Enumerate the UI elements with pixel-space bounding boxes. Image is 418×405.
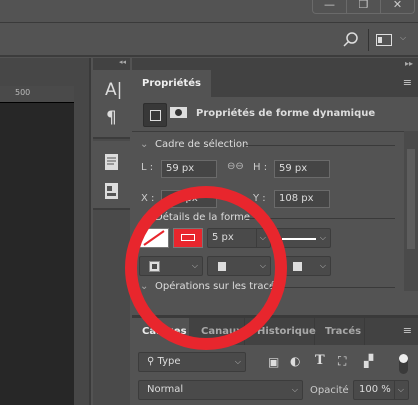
opacity-input[interactable]: 100 % ⌵: [353, 380, 409, 400]
pixel-filter-icon[interactable]: ▣: [268, 355, 279, 369]
layer-filter-dropdown[interactable]: ⚲ Type ⌵: [138, 352, 246, 372]
close-button[interactable]: ✕: [381, 0, 414, 13]
stroke-width-dropdown[interactable]: 5 px ⌵: [207, 228, 271, 248]
chevron-down-icon: ⌵: [259, 261, 266, 270]
tab-channels[interactable]: Canaux: [191, 318, 245, 345]
workspace-icon[interactable]: [376, 34, 392, 46]
smart-object-filter-icon[interactable]: ▞: [364, 354, 373, 368]
collapse-icon[interactable]: ◂◂: [93, 58, 130, 70]
mask-properties-icon[interactable]: [170, 107, 187, 118]
panel-menu-icon[interactable]: ≡: [403, 324, 412, 337]
paragraph-styles-icon[interactable]: [105, 154, 118, 170]
type-filter-icon[interactable]: T: [315, 353, 325, 368]
character-styles-icon[interactable]: [105, 183, 118, 199]
chevron-down-icon: ⌵: [393, 381, 404, 399]
chevron-down-icon: ⌵: [319, 233, 326, 242]
dock-group-type: A| ¶: [93, 70, 130, 139]
divider: [132, 131, 404, 132]
link-icon[interactable]: ⊖⊖: [227, 161, 244, 172]
layer-filter-value: Type: [157, 356, 181, 367]
width-label: L :: [141, 162, 154, 173]
solid-line-icon: [282, 238, 316, 240]
y-label: Y :: [253, 193, 266, 204]
adjustment-filter-icon[interactable]: ◐: [290, 354, 300, 368]
character-icon[interactable]: A|: [105, 80, 122, 100]
restore-button[interactable]: ❐: [347, 0, 381, 13]
height-label: H :: [253, 162, 268, 173]
fill-swatch[interactable]: [139, 228, 169, 248]
shape-section-title: Détails de la forme: [155, 212, 251, 223]
panel-menu-icon[interactable]: ≡: [403, 76, 412, 89]
height-input[interactable]: 59 px: [274, 160, 330, 178]
blend-mode-dropdown[interactable]: Normal ⌵: [138, 380, 303, 400]
window-controls: — ❐ ✕: [312, 0, 415, 14]
layers-panel: Calques Canaux Historique Tracés ≡ ⚲ Typ…: [132, 318, 418, 405]
chevron-down-icon: ⌵: [255, 229, 266, 247]
stroke-type-dropdown[interactable]: ⌵: [276, 228, 331, 248]
properties-scrollbar[interactable]: [404, 131, 418, 291]
shape-properties-icon[interactable]: [143, 103, 167, 127]
width-input[interactable]: 59 px: [161, 160, 217, 178]
tab-history[interactable]: Historique: [247, 318, 316, 345]
tab-properties[interactable]: Propriétés: [132, 70, 211, 97]
search-icon[interactable]: [343, 32, 359, 48]
line-join-dropdown[interactable]: ⌵: [276, 256, 331, 276]
stroke-swatch[interactable]: [173, 228, 203, 248]
line-cap-icon: [218, 262, 226, 271]
panel-strip: ▸▸: [132, 58, 418, 70]
chevron-down-icon[interactable]: ⌄: [140, 139, 148, 150]
expand-icon[interactable]: ▸▸: [405, 59, 413, 68]
opacity-label: Opacité :: [310, 385, 356, 396]
chevron-down-icon[interactable]: ⌄: [140, 281, 148, 292]
x-input[interactable]: -10 px: [161, 190, 217, 208]
chevron-down-icon[interactable]: ⌵: [400, 33, 406, 43]
chevron-down-icon: ⌵: [319, 261, 326, 270]
y-input[interactable]: 108 px: [274, 190, 330, 208]
shape-filter-icon[interactable]: ⛶: [338, 354, 346, 369]
chevron-down-icon: ⌵: [291, 385, 298, 394]
chevron-down-icon[interactable]: ⌄: [140, 212, 148, 223]
properties-tabs: Propriétés ≡: [132, 70, 418, 97]
canvas[interactable]: [0, 103, 74, 405]
dock-group-styles: [93, 141, 130, 210]
x-label: X :: [141, 193, 155, 204]
path-operations-title: Opérations sur les tracés: [155, 281, 281, 292]
minimize-button[interactable]: —: [313, 0, 347, 13]
options-bar: ⌵: [0, 24, 418, 57]
stroke-width-value: 5 px: [212, 232, 234, 243]
bbox-section-title: Cadre de sélection: [155, 139, 249, 150]
stroke-align-dropdown[interactable]: ⌵: [139, 256, 203, 276]
opacity-value: 100 %: [359, 384, 391, 395]
ruler-mark: 500: [15, 88, 31, 97]
tab-layers[interactable]: Calques: [132, 318, 189, 345]
line-join-icon: [293, 262, 302, 271]
properties-subtitle: Propriétés de forme dynamique: [196, 108, 376, 119]
paragraph-icon[interactable]: ¶: [106, 108, 117, 128]
ruler: 500: [0, 86, 74, 103]
tab-paths[interactable]: Tracés: [315, 318, 365, 345]
chevron-down-icon: ⌵: [191, 261, 198, 270]
align-inside-icon: [149, 261, 160, 272]
filter-toggle[interactable]: [399, 354, 408, 374]
search-icon: ⚲: [147, 356, 155, 367]
blend-mode-value: Normal: [147, 384, 184, 395]
chevron-down-icon: ⌵: [234, 357, 241, 366]
line-cap-dropdown[interactable]: ⌵: [207, 256, 271, 276]
